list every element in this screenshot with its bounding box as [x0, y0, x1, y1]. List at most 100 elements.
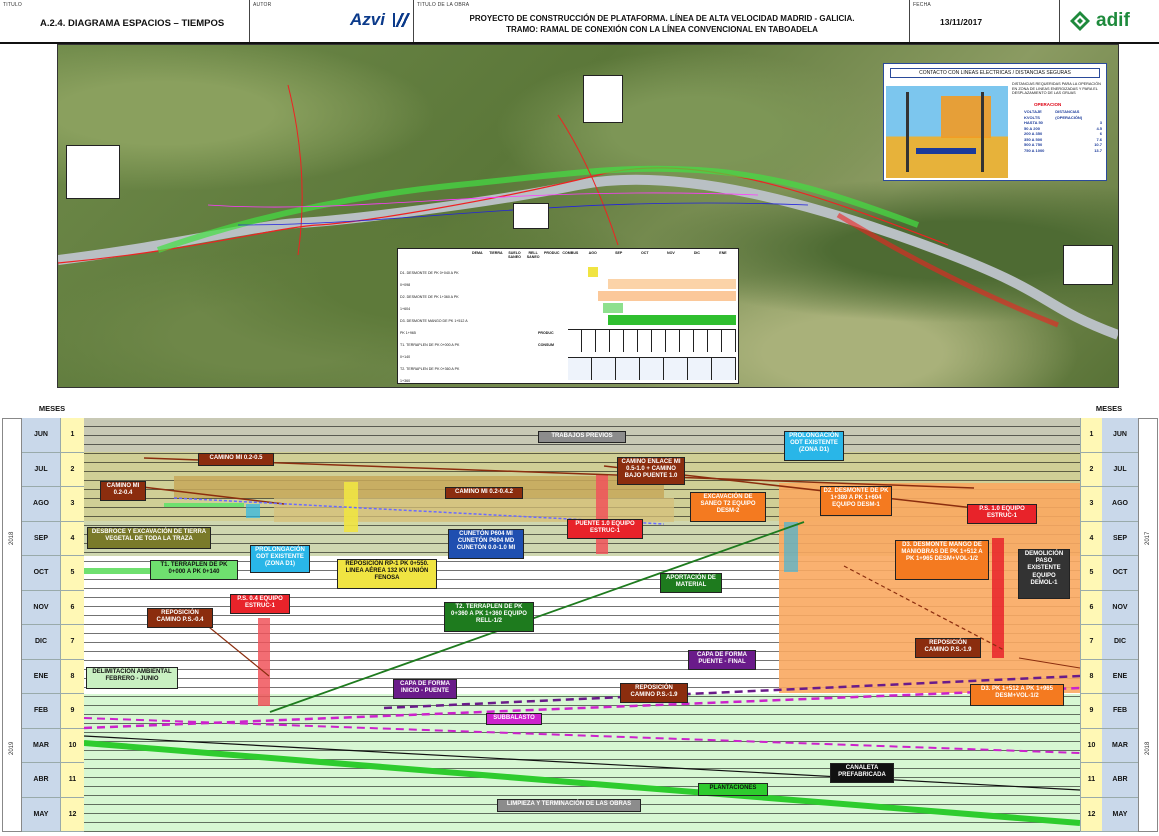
safety-illustration	[886, 86, 1008, 178]
azvi-logo-text: Azvi	[350, 10, 385, 29]
year-left-bottom: 2019	[9, 741, 15, 755]
label-camino-enlace: CAMINO ENLACE MI 0.5-1.0 + CAMINO BAJO P…	[617, 457, 685, 485]
date-label: FECHA	[913, 2, 931, 8]
gantt-area	[84, 418, 1080, 832]
month-label-right: NOV	[1102, 591, 1138, 625]
safety-header-voltage: VOLTAJE KVOLTS	[1024, 109, 1042, 120]
map-callout-1	[66, 145, 120, 199]
table-header-cell: AGO	[588, 251, 597, 255]
table-row-label: T2. TERRAPLEN DE PK 0+360 A PK 1+360	[400, 367, 460, 383]
month-label-left: AGO	[22, 487, 60, 522]
table-header-cell: DIC	[693, 251, 701, 255]
label-t2-terraplen: T2. TERRAPLEN DE PK 0+360 A PK 1+360 EQU…	[444, 602, 534, 632]
month-number-left: 2	[60, 452, 84, 487]
title-cell: TITULO A.2.4. DIAGRAMA ESPACIOS – TIEMPO…	[0, 0, 250, 42]
month-number-left: 8	[60, 659, 84, 694]
label-camino-mi-0242: CAMINO MI 0.2-0.4.2	[445, 487, 523, 499]
label-camino-mi-0205: CAMINO MI 0.2-0.5	[198, 453, 274, 466]
month-label-left: ENE	[22, 660, 60, 694]
month-number-right: 6	[1080, 590, 1102, 625]
blue-band-shape	[916, 148, 976, 154]
map-callout-4	[1063, 245, 1113, 285]
right-year-column	[1138, 418, 1158, 832]
year-right-bottom: 2018	[1145, 741, 1151, 755]
month-number-right: 3	[1080, 487, 1102, 522]
safety-cell: 750 A 1000	[1024, 147, 1045, 153]
project-cell: TITULO DE LA OBRA PROYECTO DE CONSTRUCCI…	[414, 0, 910, 42]
month-number-left: 7	[60, 625, 84, 660]
month-number-right: 9	[1080, 694, 1102, 729]
table-header-cell: SUELO SANEO	[508, 251, 521, 259]
azvi-logo: Azvi	[350, 10, 411, 30]
label-limpieza: LIMPIEZA Y TERMINACIÓN DE LAS OBRAS	[497, 799, 641, 812]
month-label-left: MAR	[22, 729, 60, 763]
safety-panel: CONTACTO CON LINEAS ELECTRICAS / DISTANC…	[883, 63, 1107, 181]
month-label-left: JUN	[22, 418, 60, 453]
year-left-top: 2018	[9, 531, 15, 545]
year-right-top: 2017	[1145, 531, 1151, 545]
date-cell: FECHA 13/11/2017	[910, 0, 1060, 42]
label-ps04: P.S. 0.4 EQUIPO ESTRUC-1	[230, 594, 290, 614]
table-header-cell: SEP	[615, 251, 623, 255]
space-time-diagram: MESES MESES 2018 2019 2017 2018 JUN 1 1 JUN…	[0, 398, 1159, 836]
month-number-left: 6	[60, 590, 84, 625]
month-number-right: 11	[1080, 763, 1102, 798]
label-plantaciones: PLANTACIONES	[698, 783, 768, 796]
month-number-right: 10	[1080, 728, 1102, 763]
month-number-left: 1	[60, 418, 84, 453]
month-label-left: OCT	[22, 556, 60, 591]
table-fill-cell	[608, 315, 736, 325]
month-label-right: JUN	[1102, 418, 1138, 453]
label-reposicion-p04: REPOSICIÓN CAMINO P.S.-0.4	[147, 608, 213, 628]
month-label-right: OCT	[1102, 556, 1138, 591]
month-number-right: 12	[1080, 797, 1102, 832]
table-footer-label: CONSUM	[538, 343, 554, 347]
label-prolongacion-right: PROLONGACIÓN ODT EXISTENTE (ZONA D1)	[784, 431, 844, 461]
label-excavacion-saneo: EXCAVACIÓN DE SANEO T2 EQUIPO DESM-2	[690, 492, 766, 522]
table-row-label: D2. DESMONTE DE PK 1+360 A PK 1+604	[400, 295, 459, 311]
label-demolicion: DEMOLICIÓN PASO EXISTENTE EQUIPO DEMOL-1	[1018, 549, 1070, 599]
map-callout-2	[583, 75, 623, 123]
label-capa-puente: CAPA DE FORMA PUENTE - FINAL	[688, 650, 756, 670]
adif-leaf-icon	[1070, 11, 1090, 31]
month-label-left: DIC	[22, 625, 60, 660]
table-fill-cell	[608, 279, 736, 289]
pole-shape	[981, 92, 984, 172]
month-label-right: AGO	[1102, 487, 1138, 522]
safety-table-title: OPERACION	[1034, 102, 1062, 107]
table-header-cell: NOV	[666, 251, 675, 255]
month-label-right: MAY	[1102, 798, 1138, 832]
month-label-left: JUL	[22, 453, 60, 487]
label-reposicion-rp1: REPOSICIÓN RP-1 PK 0+550. LINEA AÉREA 13…	[337, 559, 437, 589]
month-label-right: ENE	[1102, 660, 1138, 694]
document-title: A.2.4. DIAGRAMA ESPACIOS – TIEMPOS	[40, 18, 225, 29]
table-header-cell: RELL SANEO	[526, 251, 540, 259]
safety-cell: 13.7	[1094, 147, 1102, 153]
month-number-left: 5	[60, 556, 84, 591]
month-number-right: 7	[1080, 625, 1102, 660]
label-subbalasto: SUBBALASTO	[486, 713, 542, 725]
azvi-mark-icon	[392, 13, 411, 27]
month-label-right: JUL	[1102, 453, 1138, 487]
safety-title: CONTACTO CON LINEAS ELECTRICAS / DISTANC…	[890, 68, 1100, 78]
month-number-right: 1	[1080, 418, 1102, 453]
label-ps10: P.S. 1.0 EQUIPO ESTRUC-1	[967, 504, 1037, 524]
table-header-cell: DEMA	[472, 251, 483, 255]
table-totals-block	[568, 329, 736, 352]
project-title-line2: TRAMO: RAMAL DE CONEXIÓN CON LA LÍNEA CO…	[506, 25, 818, 34]
table-header-cell: TIERRA	[489, 251, 503, 255]
label-desbroce: DESBROCE Y EXCAVACIÓN DE TIERRA VEGETAL …	[87, 527, 211, 549]
safety-table: VOLTAJE KVOLTS DISTANCIAS (OPERACIÓN) HA…	[1024, 109, 1102, 153]
earthworks-table-header: DEMA TIERRA SUELO SANEO RELL SANEO PRODU…	[468, 251, 736, 261]
pole-shape	[906, 92, 909, 172]
month-number-right: 2	[1080, 452, 1102, 487]
safety-header-distance: DISTANCIAS (OPERACIÓN)	[1055, 109, 1083, 120]
table-row-label: T1. TERRAPLEN DE PK 0+000 A PK 0+140	[400, 343, 460, 359]
month-label-left: MAY	[22, 798, 60, 832]
label-capa-inicio: CAPA DE FORMA INICIO - PUENTE	[393, 679, 457, 699]
date-value: 13/11/2017	[940, 17, 983, 27]
label-canaleta: CANALETA PREFABRICADA	[830, 763, 894, 783]
table-row-label: D1. DESMONTE DE PK 0+040 A PK 0+098	[400, 271, 459, 287]
safety-row: 750 A 1000 13.7	[1024, 148, 1102, 154]
author-cell: AUTOR Azvi	[250, 0, 414, 42]
